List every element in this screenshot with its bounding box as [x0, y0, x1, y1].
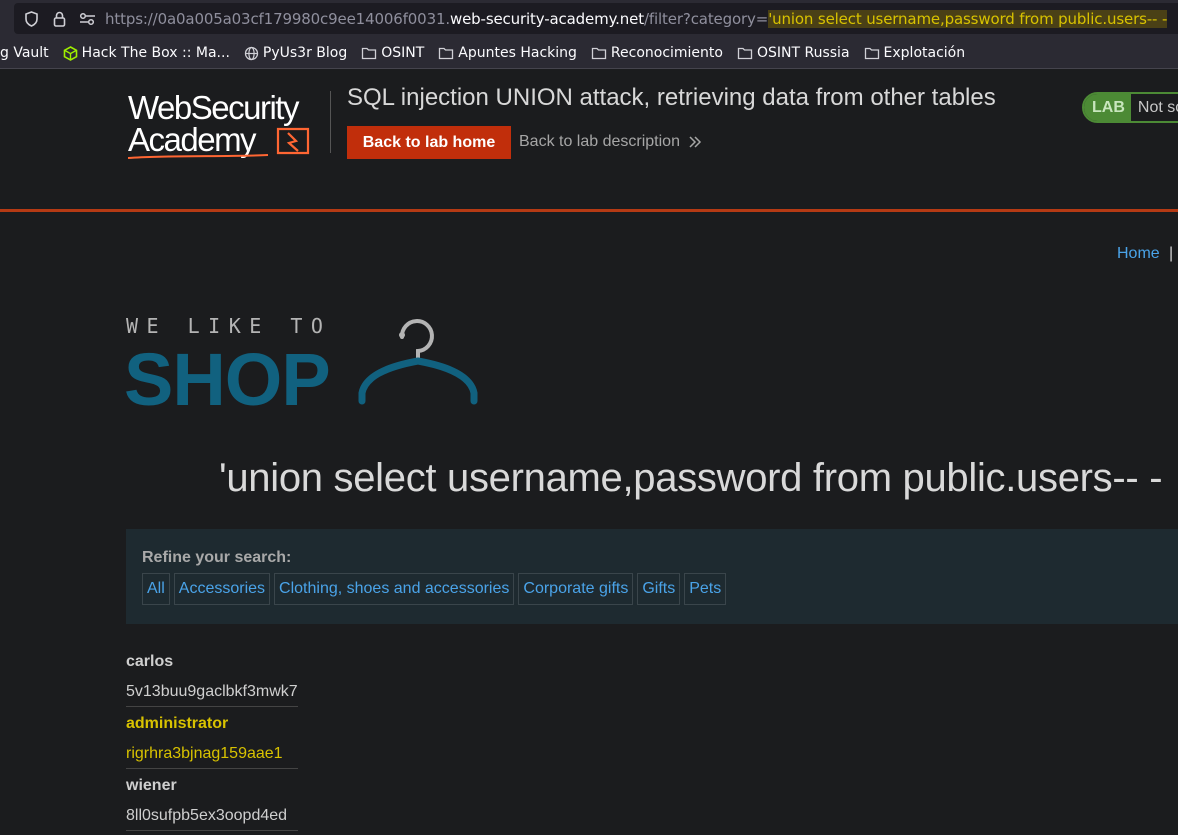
bookmark-vault[interactable]: g Vault [0, 45, 49, 61]
globe-icon [244, 46, 259, 60]
bookmark-folder-osint-russia[interactable]: OSINT Russia [737, 45, 850, 61]
site-permissions-icon[interactable] [77, 3, 97, 34]
back-to-lab-description-label: Back to lab description [519, 133, 680, 150]
lab-status-text: Not solved [1137, 98, 1178, 116]
logo-line2: Academy [128, 121, 257, 158]
shop-tagline: WE LIKE TO [126, 315, 331, 338]
bookmark-label: PyUs3r Blog [262, 45, 348, 61]
back-to-lab-description-link[interactable]: Back to lab description [519, 133, 702, 151]
logo-divider [330, 91, 331, 153]
filter-list: All Accessories Clothing, shoes and acce… [142, 573, 727, 605]
web-security-academy-logo[interactable]: WebSecurity Academy [128, 91, 328, 163]
bookmark-label: Hack The Box :: Ma... [81, 45, 230, 61]
username-cell: carlos [126, 653, 174, 670]
bookmark-folder-osint[interactable]: OSINT [361, 45, 424, 61]
filter-corporate-gifts[interactable]: Corporate gifts [518, 573, 634, 605]
lab-title: SQL injection UNION attack, retrieving d… [347, 84, 996, 111]
url-host: web-security-academy.net [449, 10, 644, 28]
filter-accessories[interactable]: Accessories [173, 573, 271, 605]
nav-separator: | [1169, 245, 1174, 262]
results-table: carlos 5v13buu9gaclbkf3mwk7 administrato… [126, 645, 298, 831]
search-heading: 'union select username,password from pub… [219, 456, 1163, 500]
password-cell: 5v13buu9gaclbkf3mwk7 [126, 683, 298, 700]
folder-icon [362, 47, 377, 60]
bookmark-folder-explotacion[interactable]: Explotación [864, 45, 966, 61]
bookmark-label: Reconocimiento [610, 45, 723, 61]
we-like-to-shop-logo: WE LIKE TO SHOP [126, 315, 478, 410]
bookmark-folder-reconocimiento[interactable]: Reconocimiento [591, 45, 723, 61]
url-text[interactable]: https://0a0a005a03cf179980c9ee14006f0031… [105, 10, 1167, 28]
bookmark-pyus3r-blog[interactable]: PyUs3r Blog [244, 45, 347, 61]
browser-toolbar: https://0a0a005a03cf179980c9ee14006f0031… [0, 0, 1178, 38]
url-prefix: https://0a0a005a03cf179980c9ee14006f0031… [105, 10, 450, 28]
bookmark-label: g Vault [0, 45, 49, 61]
folder-icon [737, 47, 753, 60]
password-cell: 8ll0sufpb5ex3oopd4ed [126, 807, 288, 824]
bookmark-label: Explotación [883, 45, 966, 61]
url-path: /filter?category= [643, 10, 769, 28]
filter-clothing[interactable]: Clothing, shoes and accessories [274, 573, 515, 605]
folder-icon [591, 47, 607, 60]
username-cell: administrator [126, 715, 229, 732]
bookmark-hackthebox[interactable]: Hack The Box :: Ma... [63, 45, 230, 61]
folder-icon [864, 47, 879, 60]
username-cell: wiener [126, 777, 177, 794]
filter-pets[interactable]: Pets [684, 573, 727, 605]
back-to-lab-home-button[interactable]: Back to lab home [347, 126, 511, 159]
filter-all[interactable]: All [142, 573, 170, 605]
tracking-shield-icon[interactable] [22, 3, 40, 34]
bookmark-label: OSINT [381, 45, 425, 61]
table-row: carlos 5v13buu9gaclbkf3mwk7 [126, 645, 298, 707]
htb-cube-icon [63, 45, 77, 61]
bookmark-label: Apuntes Hacking [458, 45, 577, 61]
filter-panel: Refine your search: All Accessories Clot… [126, 529, 1178, 624]
filter-gifts[interactable]: Gifts [637, 573, 681, 605]
bookmarks-toolbar: g Vault Hack The Box :: Ma... PyUs3r Blo… [0, 38, 1178, 69]
lab-status-badge: LAB Not solved [1082, 92, 1178, 123]
lab-badge-label: LAB [1084, 94, 1131, 121]
nav-home-link[interactable]: Home [1117, 245, 1160, 263]
logo-bolt-icon [276, 127, 310, 155]
double-chevron-right-icon [689, 136, 702, 148]
bookmark-label: OSINT Russia [756, 45, 850, 61]
address-bar[interactable]: https://0a0a005a03cf179980c9ee14006f0031… [14, 3, 1178, 34]
table-row: wiener 8ll0sufpb5ex3oopd4ed [126, 769, 298, 831]
folder-icon [439, 47, 454, 60]
hanger-icon [358, 319, 478, 405]
password-cell: rigrhra3bjnag159aae1 [126, 745, 283, 762]
shop-name: SHOP [126, 338, 330, 410]
table-row: administrator rigrhra3bjnag159aae1 [126, 707, 298, 769]
lab-header: WebSecurity Academy SQL injection UNION … [0, 69, 1178, 212]
refine-label: Refine your search: [142, 549, 292, 566]
bookmark-folder-apuntes[interactable]: Apuntes Hacking [438, 45, 577, 61]
lock-icon[interactable] [50, 3, 68, 34]
url-query-highlight: 'union select username,password from pub… [768, 10, 1168, 28]
